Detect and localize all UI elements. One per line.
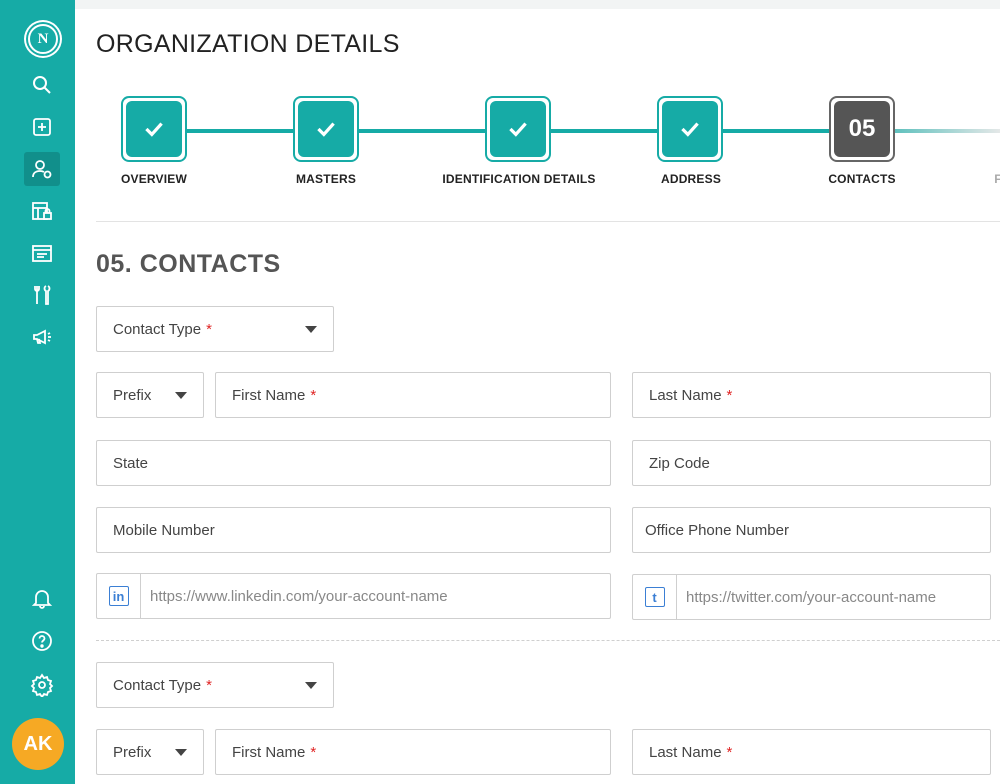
required-marker: * [206, 320, 212, 338]
prefix-label: Prefix [113, 743, 152, 761]
required-marker: * [310, 743, 317, 761]
mobile-number-field[interactable]: Mobile Number [96, 507, 611, 553]
prefix-label: Prefix [113, 386, 152, 404]
last-name-field-2[interactable]: Last Name * [632, 729, 991, 775]
required-marker: * [726, 743, 733, 761]
last-name-label: Last Name [649, 386, 722, 404]
step-address[interactable] [657, 96, 723, 162]
state-field[interactable]: State [96, 440, 611, 486]
logo-letter: N [28, 24, 58, 54]
check-icon [317, 122, 335, 137]
linkedin-placeholder: https://www.linkedin.com/your-account-na… [150, 587, 448, 605]
megaphone-icon[interactable] [24, 320, 60, 354]
last-name-label: Last Name [649, 743, 722, 761]
help-icon[interactable] [24, 624, 60, 658]
linkedin-url-field[interactable]: in https://www.linkedin.com/your-account… [96, 573, 611, 619]
twitter-icon: t [644, 587, 665, 607]
check-icon [681, 122, 699, 137]
tools-icon[interactable] [24, 278, 60, 312]
add-icon[interactable] [24, 110, 60, 144]
twitter-placeholder: https://twitter.com/your-account-name [686, 588, 937, 606]
contact-type-label: Contact Type [113, 320, 202, 338]
step-number: 05 [834, 101, 890, 157]
folder-icon[interactable] [24, 236, 60, 270]
user-settings-icon[interactable] [24, 152, 60, 186]
settings-gear-icon[interactable] [24, 668, 60, 702]
step-label-address: ADDRESS [660, 172, 722, 186]
step-overview[interactable] [121, 96, 187, 162]
last-name-field[interactable]: Last Name * [632, 372, 991, 418]
twitter-url-field[interactable]: t https://twitter.com/your-account-name [632, 574, 991, 620]
bell-icon[interactable] [24, 581, 60, 615]
step-label-contacts: CONTACTS [828, 172, 896, 186]
section-title: 05. CONTACTS [96, 250, 281, 278]
user-avatar[interactable]: AK [12, 718, 64, 770]
chevron-down-icon [175, 749, 187, 756]
chevron-down-icon [175, 392, 187, 399]
required-marker: * [206, 676, 212, 694]
linkedin-icon: in [108, 586, 129, 606]
divider [96, 221, 1000, 222]
prefix-select-2[interactable]: Prefix [96, 729, 204, 775]
contact-separator [96, 640, 1000, 641]
step-contacts[interactable]: 05 [829, 96, 895, 162]
state-label: State [113, 454, 149, 472]
linkedin-icon-box: in [97, 574, 141, 618]
chevron-down-icon [305, 326, 317, 333]
first-name-field[interactable]: First Name * [215, 372, 611, 418]
required-marker: * [726, 386, 733, 404]
chevron-down-icon [305, 682, 317, 689]
first-name-label: First Name [232, 386, 306, 404]
top-bar [75, 0, 1000, 9]
step-masters[interactable] [293, 96, 359, 162]
step-label-next: F [994, 172, 1000, 186]
app-logo[interactable]: N [24, 20, 62, 58]
building-lock-icon[interactable] [24, 194, 60, 228]
first-name-label: First Name [232, 743, 306, 761]
step-label-identification-details: IDENTIFICATION DETAILS [442, 172, 596, 186]
progress-stepper: OVERVIEW MASTERS IDENTIFICATION DETAILS … [96, 96, 1000, 196]
required-marker: * [310, 386, 317, 404]
prefix-select[interactable]: Prefix [96, 372, 204, 418]
office-phone-label: Office Phone Number [645, 521, 789, 539]
search-icon[interactable] [24, 68, 60, 102]
first-name-field-2[interactable]: First Name * [215, 729, 611, 775]
sidebar: N AK [0, 0, 75, 784]
zip-code-field[interactable]: Zip Code [632, 440, 991, 486]
mobile-number-label: Mobile Number [113, 521, 215, 539]
step-identification-details[interactable] [485, 96, 551, 162]
zip-code-label: Zip Code [649, 454, 710, 472]
step-label-overview: OVERVIEW [120, 172, 188, 186]
contact-type-label: Contact Type [113, 676, 202, 694]
contact-type-select-2[interactable]: Contact Type * [96, 662, 334, 708]
check-icon [145, 122, 163, 137]
step-label-masters: MASTERS [295, 172, 357, 186]
office-phone-field[interactable]: Office Phone Number [632, 507, 991, 553]
contact-type-select[interactable]: Contact Type * [96, 306, 334, 352]
twitter-icon-box: t [633, 575, 677, 619]
check-icon [509, 122, 527, 137]
page-title: ORGANIZATION DETAILS [96, 30, 400, 58]
